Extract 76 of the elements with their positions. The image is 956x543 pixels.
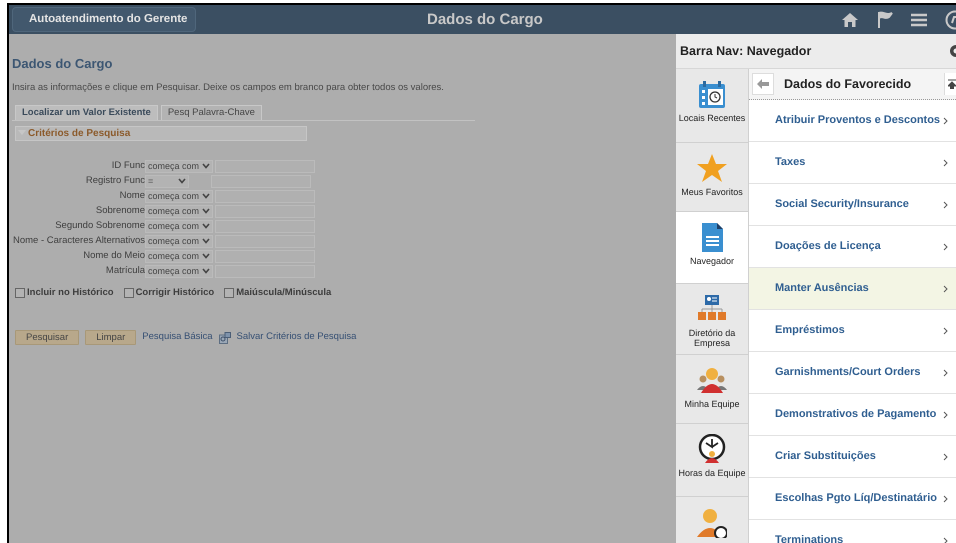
- operator-select[interactable]: começa com: [145, 160, 213, 173]
- chevron-down-icon: [202, 253, 210, 260]
- chevron-down-icon: [202, 268, 210, 274]
- checkbox-label: Incluir no Histórico: [27, 286, 114, 300]
- chevron-right-icon: [943, 410, 948, 418]
- chevron-right-icon: [943, 536, 948, 543]
- back-arrow-button[interactable]: [752, 73, 774, 95]
- calendar-clock-icon: [697, 79, 727, 110]
- operator-select[interactable]: =: [145, 174, 189, 188]
- star-icon: [697, 153, 727, 184]
- page-heading: Dados do Cargo: [12, 55, 114, 73]
- folder-title: Dados do Favorecido: [784, 76, 912, 93]
- operator-select[interactable]: começa com: [145, 250, 213, 263]
- menu-icon[interactable]: [911, 12, 927, 26]
- chevron-right-icon: [943, 368, 948, 376]
- chevron-right-icon: [943, 242, 948, 250]
- person-clock-icon: [697, 507, 727, 538]
- chevron-down-icon: [202, 238, 210, 244]
- nav-tile[interactable]: Horas da Equipe: [676, 424, 748, 497]
- operator-select[interactable]: começa com: [145, 204, 213, 218]
- save-search-icon[interactable]: [218, 332, 231, 344]
- field-label: Nome: [118, 189, 145, 204]
- chevron-right-icon: [943, 200, 948, 208]
- operator-select[interactable]: começa com: [145, 220, 213, 233]
- home-icon[interactable]: [841, 12, 859, 28]
- field-label: Nome - Caracteres Alternativos: [12, 234, 145, 248]
- field-label: Sobrenome: [94, 204, 145, 218]
- operator-select[interactable]: começa com: [145, 264, 213, 278]
- compass-icon[interactable]: [945, 10, 956, 30]
- nav-tile[interactable]: Navegador: [676, 212, 748, 284]
- checkbox[interactable]: [224, 288, 234, 298]
- field-label: Registro Func: [84, 174, 145, 188]
- nav-tile[interactable]: [676, 497, 748, 543]
- instructions-text: Insira as informações e clique em Pesquisar. Deixe os campos em branco para obter todos os valores.: [12, 80, 445, 94]
- arrow-up-icon: [948, 79, 956, 89]
- flag-icon[interactable]: [877, 10, 893, 28]
- menu-item[interactable]: Manter Ausências: [749, 268, 956, 310]
- clock-people-icon: [697, 434, 727, 465]
- operator-select[interactable]: começa com: [145, 190, 213, 203]
- page-title: Dados do Cargo: [427, 10, 543, 30]
- chevron-right-icon: [943, 284, 948, 292]
- action-button[interactable]: Limpar: [85, 330, 136, 345]
- chevron-right-icon: [943, 494, 948, 502]
- nav-tile[interactable]: Locais Recentes: [676, 69, 748, 143]
- chevron-down-icon: [202, 208, 210, 214]
- tab[interactable]: Localizar um Valor Existente: [15, 104, 158, 120]
- chevron-right-icon: [943, 116, 948, 124]
- checkbox[interactable]: [124, 288, 134, 298]
- checkbox[interactable]: [15, 288, 25, 298]
- nav-tile[interactable]: Minha Equipe: [676, 355, 748, 424]
- arrow-left-icon: [757, 79, 769, 89]
- checkbox-label: Corrigir Histórico: [136, 286, 214, 300]
- nav-tile[interactable]: Diretório da Empresa: [676, 284, 748, 355]
- chevron-down-icon: [202, 223, 210, 230]
- field-label: ID Func: [110, 159, 145, 174]
- field-label: Matrícula: [104, 264, 145, 278]
- chevron-down-icon: [202, 193, 210, 200]
- top-button[interactable]: [944, 73, 956, 95]
- chevron-right-icon: [943, 452, 948, 460]
- field-label: Nome do Meio: [82, 249, 145, 264]
- nav-tile[interactable]: Meus Favoritos: [676, 143, 748, 212]
- people-icon: [697, 365, 727, 396]
- field-label: Segundo Sobrenome: [54, 219, 145, 234]
- link[interactable]: Salvar Critérios de Pesquisa: [236, 330, 356, 345]
- chevron-down-icon: [202, 163, 210, 170]
- checkbox-label: Maiúscula/Minúscula: [236, 286, 332, 300]
- chevron-down-icon: [178, 178, 186, 184]
- chevron-right-icon: [943, 158, 948, 166]
- action-button[interactable]: Pesquisar: [15, 330, 80, 345]
- chevron-right-icon: [943, 326, 948, 334]
- panel-title: Barra Nav: Navegador: [680, 42, 812, 60]
- operator-select[interactable]: começa com: [145, 234, 213, 248]
- settings-icon[interactable]: [948, 43, 956, 59]
- back-button[interactable]: Autoatendimento do Gerente: [12, 7, 196, 32]
- tab[interactable]: Pesq Palavra-Chave: [160, 104, 262, 120]
- link[interactable]: Pesquisa Básica: [142, 330, 213, 345]
